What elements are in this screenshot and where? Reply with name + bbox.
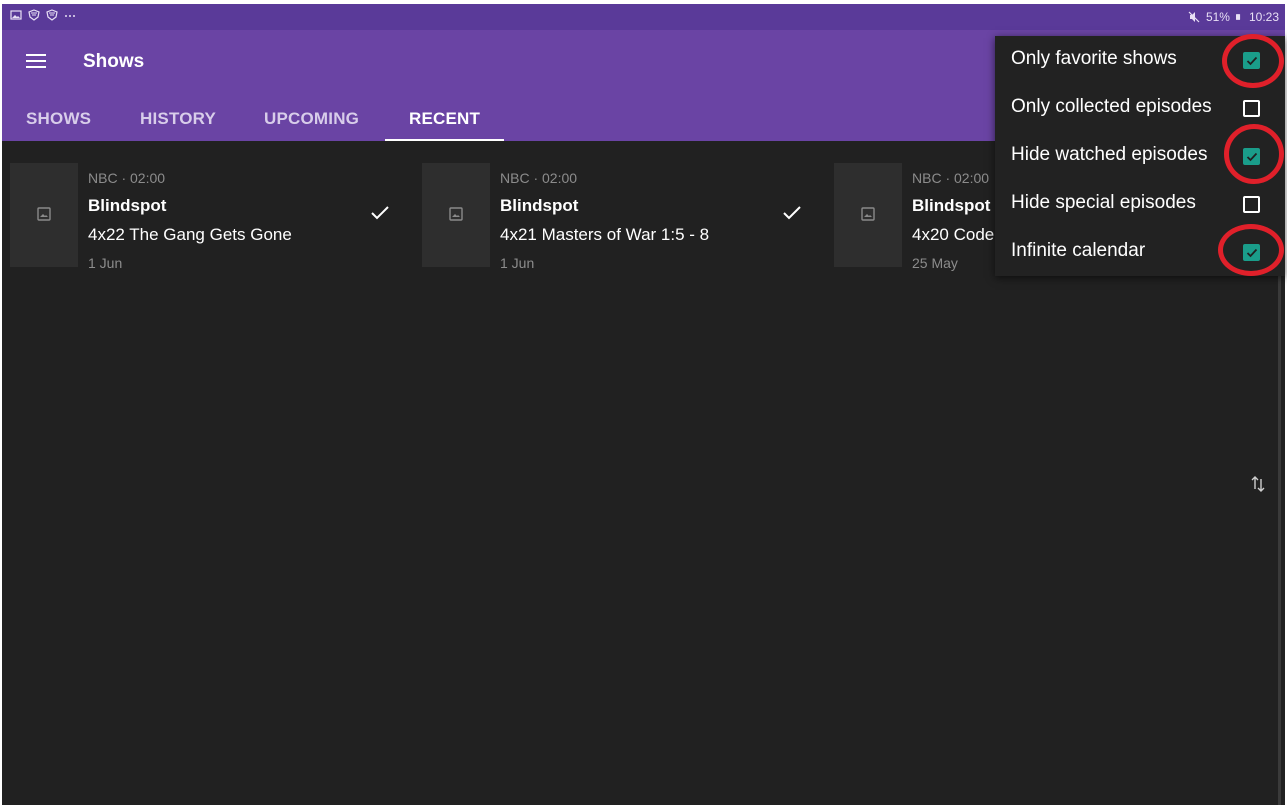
menu-item-hide-watched-episodes[interactable]: Hide watched episodes — [995, 132, 1285, 180]
hamburger-menu-icon[interactable] — [26, 54, 46, 70]
more-icon — [65, 15, 75, 17]
episode-date: 1 Jun — [88, 255, 123, 271]
image-placeholder-icon — [449, 207, 463, 221]
episode-card[interactable]: NBC · 02:00 Blindspot 4x22 The Gang Gets… — [2, 163, 408, 273]
episode-title: 4x21 Masters of War 1:5 - 8 — [500, 225, 710, 244]
image-placeholder-icon — [37, 207, 51, 221]
tab-history[interactable]: HISTORY — [116, 96, 240, 141]
episode-show-title: Blindspot — [500, 196, 579, 215]
menu-item-only-collected-episodes[interactable]: Only collected episodes — [995, 84, 1285, 132]
shield-icon — [46, 9, 58, 21]
watched-check-icon[interactable] — [370, 205, 390, 221]
menu-item-label: Hide watched episodes — [1011, 144, 1208, 165]
menu-item-label: Only collected episodes — [1011, 96, 1212, 117]
checkbox-only-collected-episodes[interactable] — [1243, 100, 1260, 117]
filter-menu: Only favorite shows Only collected episo… — [995, 36, 1285, 276]
episode-poster — [834, 163, 902, 267]
sort-icon[interactable] — [1248, 474, 1268, 494]
tab-upcoming[interactable]: UPCOMING — [240, 96, 383, 141]
shield-icon — [28, 9, 40, 21]
mute-icon — [1188, 11, 1200, 23]
episode-card[interactable]: NBC · 02:00 Blindspot 4x21 Masters of Wa… — [414, 163, 820, 273]
episode-date: 1 Jun — [500, 255, 535, 271]
tab-recent[interactable]: RECENT — [385, 96, 505, 141]
episode-date: 25 May — [912, 255, 958, 271]
episode-poster — [10, 163, 78, 267]
episode-network-time: NBC · 02:00 — [500, 170, 578, 186]
image-placeholder-icon — [861, 207, 875, 221]
menu-item-infinite-calendar[interactable]: Infinite calendar — [995, 228, 1285, 276]
checkbox-hide-watched-episodes[interactable] — [1243, 148, 1260, 165]
episode-show-title: Blindspot — [88, 196, 167, 215]
gallery-icon — [10, 10, 22, 20]
menu-item-label: Only favorite shows — [1011, 48, 1177, 69]
watched-check-icon[interactable] — [782, 205, 802, 221]
episode-title: 4x20 Code — [912, 225, 995, 244]
menu-item-label: Hide special episodes — [1011, 192, 1196, 213]
battery-level: 51% — [1205, 10, 1230, 24]
tab-shows[interactable]: SHOWS — [2, 96, 115, 141]
clock: 10:23 — [1248, 10, 1279, 24]
status-icons-left — [10, 9, 76, 21]
episode-network-time: NBC · 02:00 — [88, 170, 166, 186]
status-icons-right: 51% 10:23 — [1188, 10, 1279, 24]
battery-icon — [1235, 14, 1241, 20]
menu-item-hide-special-episodes[interactable]: Hide special episodes — [995, 180, 1285, 228]
menu-item-only-favorite-shows[interactable]: Only favorite shows — [995, 36, 1285, 84]
checkbox-only-favorite-shows[interactable] — [1243, 52, 1260, 69]
page-title: Shows — [83, 51, 145, 72]
episode-network-time: NBC · 02:00 — [912, 170, 990, 186]
menu-item-label: Infinite calendar — [1011, 240, 1146, 261]
status-bar: 51% 10:23 — [2, 4, 1285, 30]
episode-poster — [422, 163, 490, 267]
episode-show-title: Blindspot — [912, 196, 991, 215]
checkbox-hide-special-episodes[interactable] — [1243, 196, 1260, 213]
episode-title: 4x22 The Gang Gets Gone — [88, 225, 292, 244]
checkbox-infinite-calendar[interactable] — [1243, 244, 1260, 261]
